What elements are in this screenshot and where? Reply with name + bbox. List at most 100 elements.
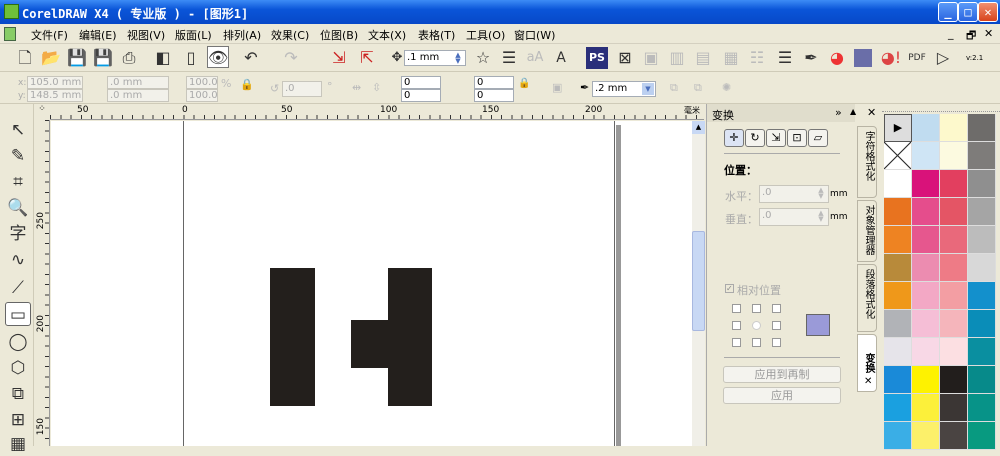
gradient-icon[interactable]: ▥ <box>666 47 688 69</box>
color-swatch[interactable] <box>940 338 968 366</box>
size-tab-icon[interactable]: ⊡ <box>787 129 807 147</box>
tab-close-button[interactable]: ✕ <box>864 376 872 387</box>
color-swatch[interactable] <box>912 170 940 198</box>
import-view-icon[interactable]: ◧ <box>152 47 174 69</box>
menu-tools[interactable]: 工具(O) <box>466 27 505 43</box>
color-swatch[interactable] <box>884 282 912 310</box>
menu-arrange[interactable]: 排列(A) <box>223 27 261 43</box>
color-swatch[interactable] <box>912 310 940 338</box>
color-swatch[interactable] <box>940 282 968 310</box>
tab-character-formatting[interactable]: 字符格式化 <box>857 126 877 198</box>
color-swatch[interactable] <box>912 226 940 254</box>
palette-grip[interactable] <box>882 104 1000 112</box>
docker-close-button[interactable]: ✕ <box>867 106 876 119</box>
bitmap-icon[interactable]: ▣ <box>640 47 662 69</box>
apply-button[interactable]: 应用 <box>723 387 841 404</box>
scale-x-field[interactable]: 100.0 <box>186 76 218 89</box>
export-icon[interactable]: ⇱ <box>356 47 378 69</box>
anchor-tc[interactable] <box>752 304 761 313</box>
insert-icon[interactable]: ▦ <box>720 47 742 69</box>
eye-icon[interactable]: 👁 <box>207 46 229 68</box>
color-swatch[interactable] <box>884 366 912 394</box>
anchor-bl[interactable] <box>732 338 741 347</box>
color-swatch[interactable] <box>968 282 996 310</box>
color-swatch[interactable] <box>912 254 940 282</box>
anchor-br[interactable] <box>772 338 781 347</box>
freehand-tool-icon[interactable]: ∿ <box>5 248 31 272</box>
to-back-icon[interactable]: ⧉ <box>694 81 702 95</box>
relative-position-checkbox[interactable]: ✓ <box>725 284 734 293</box>
vertical-scrollbar[interactable]: ▲ <box>692 121 705 446</box>
corner-br-field[interactable]: 0 <box>474 89 514 102</box>
docker-more-button[interactable]: » <box>835 106 842 119</box>
corner-tr-field[interactable]: 0 <box>474 76 514 89</box>
color-swatch[interactable] <box>884 394 912 422</box>
color-swatch[interactable] <box>912 114 940 142</box>
color-swatch[interactable] <box>968 366 996 394</box>
menu-edit[interactable]: 编辑(E) <box>79 27 117 43</box>
drawing-canvas[interactable] <box>51 121 692 446</box>
corner-tl-field[interactable]: 0 <box>401 76 441 89</box>
rectangle-middle[interactable] <box>351 320 388 368</box>
gradient2-icon[interactable]: ▤ <box>692 47 714 69</box>
horizontal-field[interactable]: .0 ▲ ▼ <box>759 185 829 203</box>
save-icon[interactable]: 💾 <box>66 47 88 69</box>
color-swatch[interactable] <box>940 170 968 198</box>
scale-y-field[interactable]: 100.0 <box>186 89 218 102</box>
color-swatch[interactable] <box>968 170 996 198</box>
color-swatch[interactable] <box>912 338 940 366</box>
color-swatch[interactable] <box>940 366 968 394</box>
pen-icon[interactable]: ✒ <box>800 47 822 69</box>
color-swatch[interactable] <box>968 198 996 226</box>
scroll-up-button[interactable]: ▲ <box>692 121 705 134</box>
anchor-ml[interactable] <box>732 321 741 330</box>
color-swatch[interactable] <box>884 254 912 282</box>
shape-tool-icon[interactable]: ✎ <box>5 144 31 168</box>
color-check-icon[interactable]: ◕! <box>880 47 902 69</box>
chevron-down-icon[interactable]: ▼ <box>642 83 654 95</box>
rectangle-right[interactable] <box>388 268 432 406</box>
color-balance-icon[interactable]: ⊠ <box>614 47 636 69</box>
scale-tab-icon[interactable]: ⇲ <box>766 129 786 147</box>
rectangle-tool-icon[interactable]: ▭ <box>5 302 31 326</box>
maximize-button[interactable]: □ <box>958 2 978 22</box>
horizontal-spinner[interactable]: ▲ ▼ <box>815 187 827 200</box>
apply-to-duplicate-button[interactable]: 应用到再制 <box>723 366 841 383</box>
color-swatch[interactable] <box>968 254 996 282</box>
color-swatch[interactable] <box>968 394 996 422</box>
mirror-v-icon[interactable]: ⇳ <box>372 81 381 94</box>
menu-window[interactable]: 窗口(W) <box>514 27 555 43</box>
photoshop-icon[interactable]: PS <box>586 47 608 69</box>
color-swatch[interactable] <box>884 338 912 366</box>
no-color-swatch[interactable] <box>884 142 912 170</box>
new-icon[interactable]: 🗋 <box>14 47 36 69</box>
color-swatch[interactable] <box>940 394 968 422</box>
page-icon[interactable]: ▯ <box>180 47 202 69</box>
palette-scroll-button[interactable]: ▶ <box>884 114 912 142</box>
menu-layout[interactable]: 版面(L) <box>175 27 212 43</box>
lock-ratio-icon[interactable]: 🔒 <box>240 78 254 91</box>
color-swatch[interactable] <box>940 226 968 254</box>
nudge-distance-field[interactable]: .1 mm ▲ ▼ <box>404 50 466 66</box>
grid-tool-icon[interactable]: ▦ <box>5 432 31 456</box>
play-icon[interactable]: ▷ <box>932 47 954 69</box>
x-position-field[interactable]: 105.0 mm <box>27 76 83 89</box>
close-button[interactable]: ✕ <box>978 2 998 22</box>
tab-paragraph-formatting[interactable]: 段落格式化 <box>857 264 877 332</box>
ellipse-tool-icon[interactable]: ◯ <box>5 330 31 354</box>
import-icon[interactable]: ⇲ <box>328 47 350 69</box>
color-swatch[interactable] <box>968 338 996 366</box>
doc-minimize-button[interactable]: _ <box>948 27 954 40</box>
anchor-mr[interactable] <box>772 321 781 330</box>
table-tool-icon[interactable]: ⊞ <box>5 408 31 432</box>
menu-bitmaps[interactable]: 位图(B) <box>320 27 358 43</box>
color-wheel-icon[interactable]: ◕ <box>826 47 848 69</box>
star-icon[interactable]: ☆ <box>472 47 494 69</box>
vertical-ruler[interactable]: 250 200 150 <box>34 120 50 446</box>
color-swatch[interactable] <box>940 310 968 338</box>
rectangle-left[interactable] <box>270 268 315 406</box>
menu-view[interactable]: 视图(V) <box>127 27 165 43</box>
to-front-icon[interactable]: ⧉ <box>670 81 678 95</box>
menu-table[interactable]: 表格(T) <box>418 27 455 43</box>
color-swatch[interactable] <box>884 226 912 254</box>
